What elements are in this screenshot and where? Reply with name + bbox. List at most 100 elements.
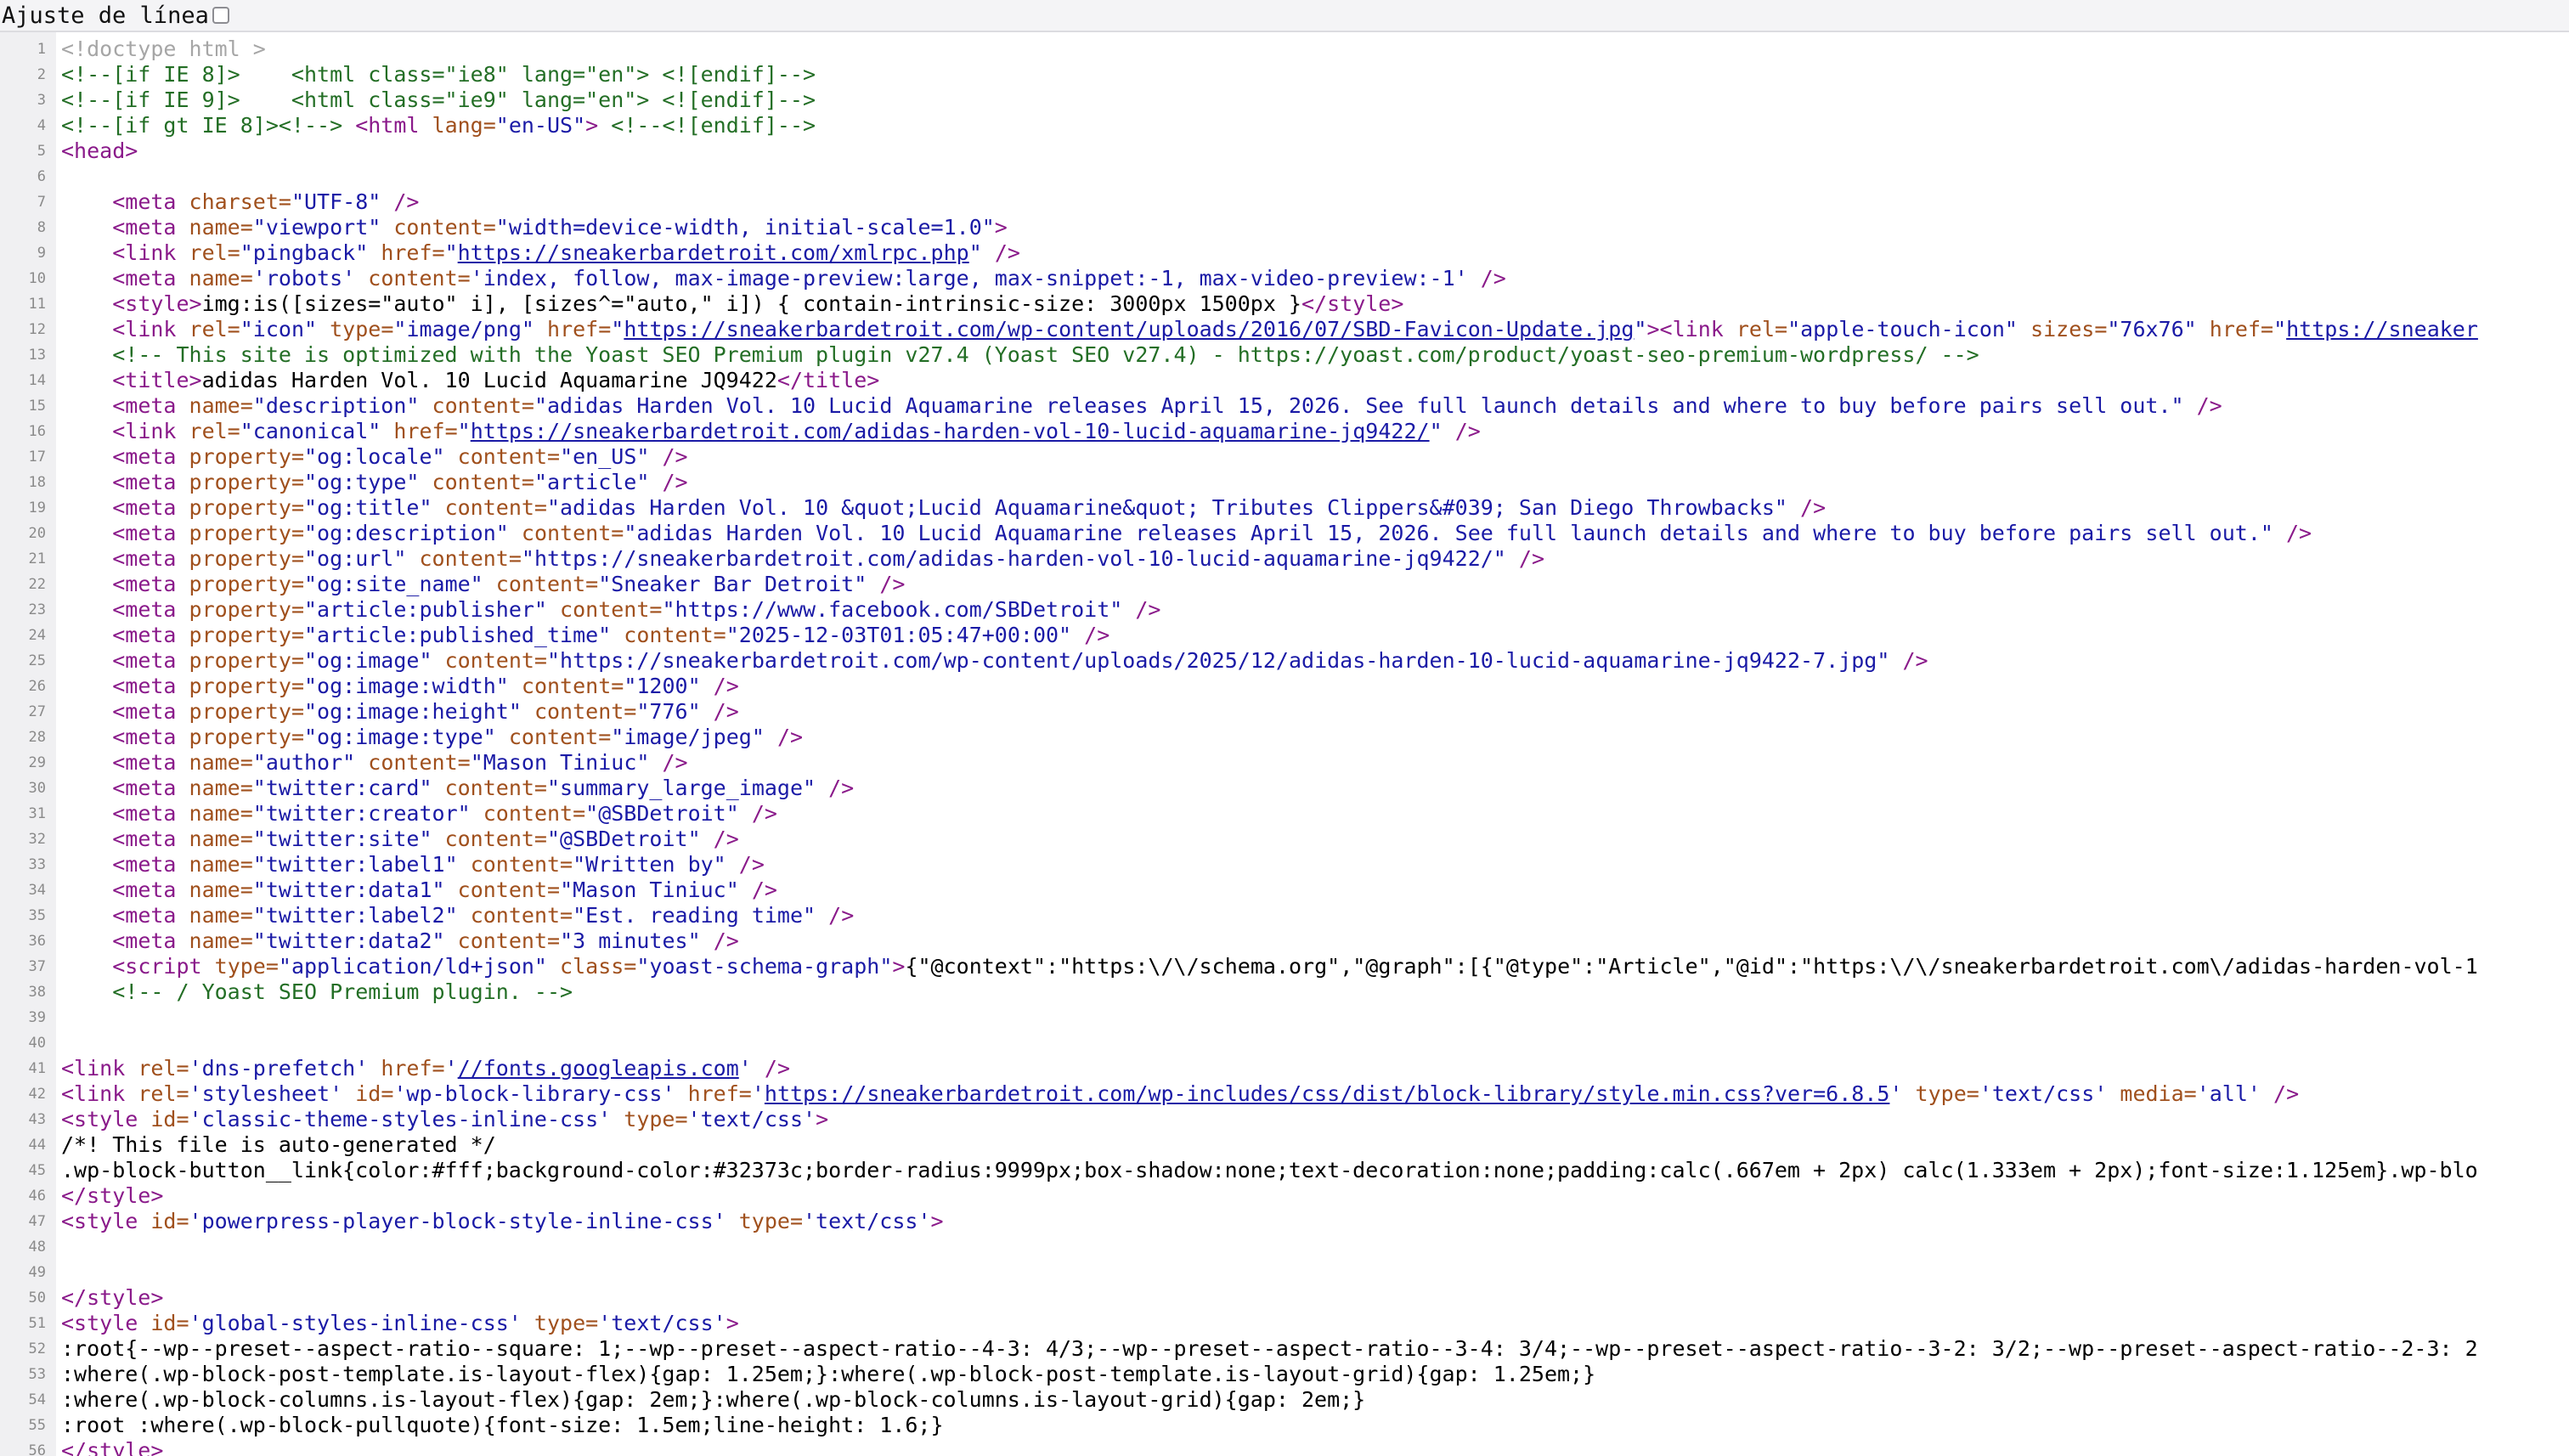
attribute-value: "og:image:width" <box>304 674 509 698</box>
source-line: 31 <meta name="twitter:creator" content=… <box>0 801 2569 827</box>
line-number: 52 <box>28 1340 46 1357</box>
text-content <box>61 750 112 775</box>
line-content: :where(.wp-block-columns.is-layout-flex)… <box>56 1387 1365 1413</box>
source-line: 17 <meta property="og:locale" content="e… <box>0 444 2569 470</box>
html-tag: /> <box>700 928 739 953</box>
attribute-value: "og:type" <box>304 470 420 494</box>
line-content: <meta property="og:image" content="https… <box>56 648 1928 674</box>
text-content: /*! This file is auto-generated */ <box>61 1132 496 1157</box>
text-content <box>726 1209 739 1233</box>
html-comment: <!-- / Yoast SEO Premium plugin. --> <box>112 979 573 1004</box>
html-tag: > <box>930 1209 944 1233</box>
attribute-name: href= <box>547 317 612 341</box>
attribute-value: ' <box>1889 1081 1903 1106</box>
text-content <box>61 903 112 928</box>
line-number: 33 <box>28 856 46 873</box>
source-line: 24 <meta property="article:published_tim… <box>0 623 2569 648</box>
text-content <box>61 572 112 596</box>
attribute-value: "summary_large_image" <box>547 776 816 800</box>
html-tag: <style <box>61 1209 151 1233</box>
line-number: 9 <box>37 245 46 262</box>
line-number: 12 <box>28 321 46 338</box>
attribute-name: name= <box>189 903 253 928</box>
line-wrap-checkbox[interactable] <box>212 7 229 24</box>
line-number: 21 <box>28 550 46 567</box>
line-number: 39 <box>28 1009 46 1026</box>
line-number: 44 <box>28 1137 46 1154</box>
attribute-value: "en-US" <box>495 113 586 138</box>
source-code: 1 <!doctype html > 2 <!--[if IE 8]> <html c… <box>0 37 2569 1456</box>
attribute-name: content= <box>368 266 471 291</box>
attribute-name: type= <box>214 954 279 979</box>
source-line: 2 <!--[if IE 8]> <html class="ie8" lang="… <box>0 62 2569 87</box>
line-number: 51 <box>28 1315 46 1332</box>
text-content <box>458 903 471 928</box>
html-tag: <link <box>61 1081 138 1106</box>
line-number: 41 <box>28 1060 46 1077</box>
text-content <box>61 291 112 316</box>
source-line: 3 <!--[if IE 9]> <html class="ie9" lang="… <box>0 87 2569 113</box>
source-link[interactable]: //fonts.googleapis.com <box>458 1056 739 1081</box>
text-content <box>522 699 534 724</box>
attribute-name: media= <box>2120 1081 2197 1106</box>
text-content <box>61 878 112 902</box>
html-tag: /> <box>764 725 804 749</box>
source-line: 32 <meta name="twitter:site" content="@S… <box>0 827 2569 852</box>
attribute-name: content= <box>444 776 547 800</box>
text-content <box>368 1056 381 1081</box>
html-tag: <meta <box>112 674 189 698</box>
text-content <box>61 827 112 851</box>
attribute-value: " <box>2273 317 2287 341</box>
line-content: <meta name="twitter:label1" content="Wri… <box>56 852 765 878</box>
attribute-value: "76x76" <box>2107 317 2197 341</box>
line-content: <!--[if IE 9]> <html class="ie9" lang="e… <box>56 87 816 113</box>
line-content: <style id='global-styles-inline-css' typ… <box>56 1311 739 1336</box>
attribute-value: "776" <box>636 699 701 724</box>
source-viewer[interactable]: 1 <!doctype html > 2 <!--[if IE 8]> <html c… <box>0 32 2569 1456</box>
attribute-value: "en_US" <box>560 444 650 469</box>
source-line: 47 <style id='powerpress-player-block-sty… <box>0 1209 2569 1234</box>
line-number: 40 <box>28 1035 46 1052</box>
attribute-value: ' <box>738 1056 752 1081</box>
source-link[interactable]: https://sneakerbardetroit.com/adidas-har… <box>471 419 1430 443</box>
line-number: 6 <box>37 168 46 185</box>
attribute-value: 'stylesheet' <box>189 1081 343 1106</box>
source-link[interactable]: https://sneakerbardetroit.com/wp-content… <box>624 317 1634 341</box>
source-line: 7 <meta charset="UTF-8" /> <box>0 189 2569 215</box>
text-content <box>342 113 355 138</box>
html-tag: /> <box>700 674 739 698</box>
attribute-name: rel= <box>138 1056 189 1081</box>
html-tag: <meta <box>112 444 189 469</box>
line-number: 15 <box>28 398 46 415</box>
line-content: <head> <box>56 138 138 164</box>
source-link[interactable]: https://sneaker <box>2286 317 2478 341</box>
html-tag: <head> <box>61 138 138 163</box>
line-content: <meta property="og:title" content="adida… <box>56 495 1826 521</box>
html-tag: /> <box>1122 597 1161 622</box>
source-link[interactable]: https://sneakerbardetroit.com/wp-include… <box>765 1081 1890 1106</box>
attribute-name: content= <box>393 215 496 240</box>
line-content: <meta name="twitter:site" content="@SBDe… <box>56 827 739 852</box>
html-tag: /> <box>649 444 688 469</box>
line-number: 4 <box>37 117 46 134</box>
html-tag: /> <box>726 852 765 877</box>
line-number: 30 <box>28 780 46 797</box>
line-wrap-toggle[interactable]: Ajuste de línea <box>0 3 229 29</box>
text-content <box>445 444 458 469</box>
html-tag: /> <box>2273 521 2312 545</box>
attribute-name: content= <box>470 852 573 877</box>
html-tag: </style> <box>61 1285 164 1310</box>
attribute-value: 'text/css' <box>1979 1081 2108 1106</box>
line-content: </style> <box>56 1183 163 1209</box>
source-line: 4 <!--[if gt IE 8]><!--> <html lang="en-U… <box>0 113 2569 138</box>
html-tag: > <box>585 113 599 138</box>
text-content <box>419 470 432 494</box>
text-content: adidas Harden Vol. 10 Lucid Aquamarine J… <box>201 368 777 392</box>
attribute-value: "og:locale" <box>304 444 445 469</box>
html-tag: <meta <box>112 699 189 724</box>
source-link[interactable]: https://sneakerbardetroit.com/xmlrpc.php <box>458 240 969 265</box>
text-content <box>611 1107 624 1132</box>
source-line: 49 <box>0 1260 2569 1285</box>
attribute-value: "article:published_time" <box>304 623 612 647</box>
html-tag: <script <box>112 954 215 979</box>
